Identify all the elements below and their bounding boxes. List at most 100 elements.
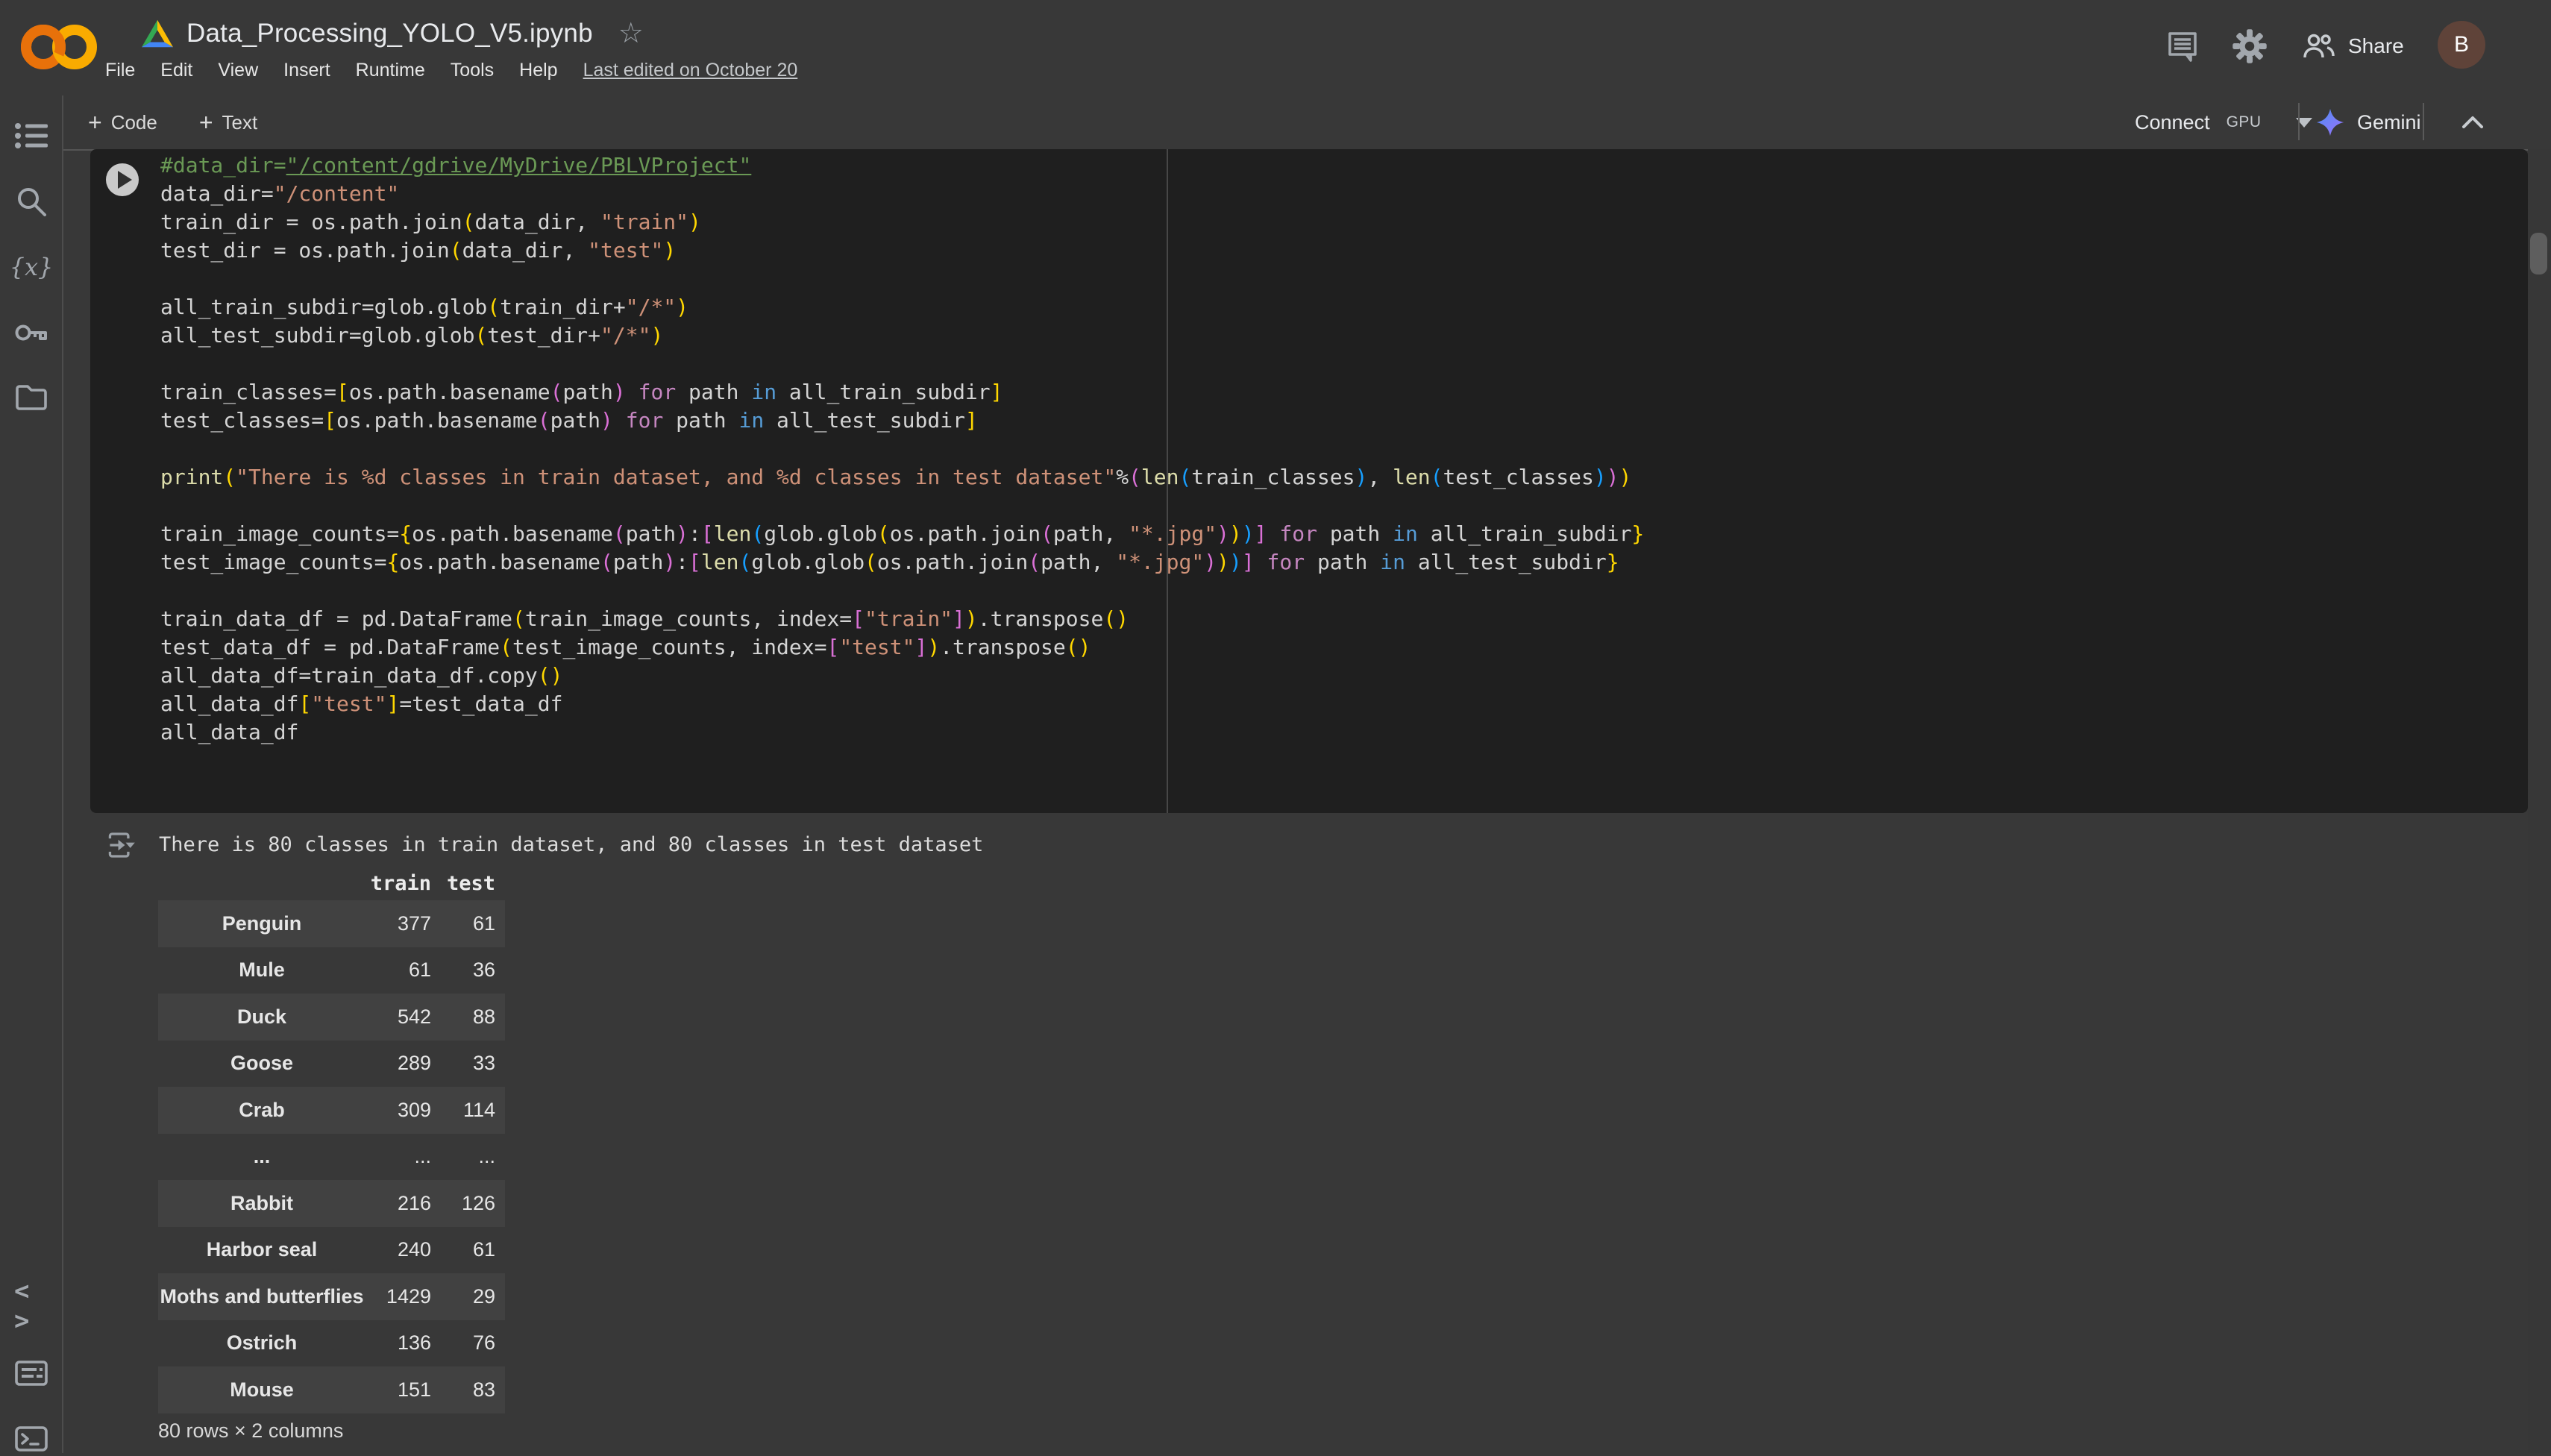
stdout-text: There is 80 classes in train dataset, an…	[159, 831, 983, 859]
gemini-button[interactable]: Gemini	[2315, 95, 2421, 149]
row-index-label: Duck	[158, 1005, 365, 1029]
chevron-up-icon	[2461, 116, 2484, 129]
scrollbar-gutter	[2528, 149, 2551, 1453]
terminal-icon[interactable]	[14, 1422, 48, 1456]
code-line[interactable]: all_data_df=train_data_df.copy()	[160, 662, 1644, 690]
files-folder-icon[interactable]	[14, 380, 48, 414]
table-row: .........	[158, 1134, 505, 1181]
plus-icon: +	[199, 110, 213, 134]
row-index-label: Mule	[158, 958, 365, 982]
test-value: 126	[431, 1192, 495, 1215]
avatar-initial: B	[2454, 32, 2469, 57]
code-line[interactable]: all_data_df["test"]=test_data_df	[160, 690, 1644, 718]
people-icon	[2302, 31, 2336, 61]
code-line[interactable]	[160, 577, 1644, 605]
toolbar-divider	[2423, 103, 2424, 140]
code-line[interactable]: test_classes=[os.path.basename(path) for…	[160, 407, 1644, 435]
table-row: Harbor seal24061	[158, 1227, 505, 1274]
code-line[interactable]: test_image_counts={os.path.basename(path…	[160, 548, 1644, 577]
menu-tools[interactable]: Tools	[451, 60, 494, 81]
code-line[interactable]: all_data_df	[160, 718, 1644, 747]
code-line[interactable]: test_data_df = pd.DataFrame(test_image_c…	[160, 633, 1644, 662]
code-line[interactable]: print("There is %d classes in train data…	[160, 463, 1644, 492]
add-text-label: Text	[222, 111, 258, 134]
share-button[interactable]: Share	[2302, 25, 2404, 67]
run-cell-button[interactable]	[106, 163, 139, 196]
gemini-label: Gemini	[2357, 111, 2421, 134]
test-value: 61	[431, 912, 495, 935]
row-index-label: Rabbit	[158, 1192, 365, 1215]
code-line[interactable]: train_classes=[os.path.basename(path) fo…	[160, 378, 1644, 407]
collapse-toolbar-button[interactable]	[2447, 95, 2499, 149]
column-header-train: train	[365, 872, 431, 895]
menu-runtime[interactable]: Runtime	[356, 60, 425, 81]
plus-icon: +	[88, 110, 102, 134]
drive-icon	[140, 18, 175, 49]
test-value: 114	[431, 1099, 495, 1122]
code-line[interactable]	[160, 265, 1644, 293]
menu-file[interactable]: File	[105, 60, 135, 81]
code-line[interactable]	[160, 350, 1644, 378]
add-text-button[interactable]: + Text	[199, 110, 257, 134]
gpu-badge: GPU	[2227, 113, 2262, 131]
secrets-key-icon[interactable]	[14, 316, 48, 350]
table-row: Ostrich13676	[158, 1320, 505, 1367]
notebook-title[interactable]: Data_Processing_YOLO_V5.ipynb	[186, 19, 593, 48]
toolbar-divider	[2298, 103, 2300, 140]
app-header: Data_Processing_YOLO_V5.ipynb ☆ File Edit…	[0, 0, 2551, 95]
train-value: ...	[365, 1145, 431, 1168]
row-index-label: Moths and butterflies	[158, 1285, 365, 1308]
row-index-label: Penguin	[158, 912, 365, 935]
menu-help[interactable]: Help	[519, 60, 557, 81]
code-snippets-icon[interactable]: < >	[14, 1289, 48, 1323]
code-line[interactable]: train_data_df = pd.DataFrame(train_image…	[160, 605, 1644, 633]
code-line[interactable]: train_image_counts={os.path.basename(pat…	[160, 520, 1644, 548]
menu-edit[interactable]: Edit	[160, 60, 192, 81]
code-line[interactable]: all_test_subdir=glob.glob(test_dir+"/*")	[160, 321, 1644, 350]
dataframe-header-row: train test	[158, 866, 505, 900]
command-palette-icon[interactable]	[14, 1356, 48, 1390]
code-line[interactable]: train_dir = os.path.join(data_dir, "trai…	[160, 208, 1644, 236]
code-line[interactable]	[160, 492, 1644, 520]
code-line[interactable]: data_dir="/content"	[160, 180, 1644, 208]
connect-button[interactable]: Connect GPU	[2135, 95, 2312, 149]
code-line[interactable]: test_dir = os.path.join(data_dir, "test"…	[160, 236, 1644, 265]
menu-view[interactable]: View	[218, 60, 258, 81]
table-row: Mule6136	[158, 947, 505, 994]
variables-icon[interactable]: {x}	[14, 250, 48, 284]
table-of-contents-icon[interactable]	[14, 119, 48, 153]
scrollbar-thumb[interactable]	[2530, 233, 2547, 274]
code-cell[interactable]: #data_dir="/content/gdrive/MyDrive/PBLVP…	[90, 149, 2528, 813]
left-sidebar: {x} < >	[0, 95, 63, 1453]
code-line[interactable]	[160, 435, 1644, 463]
menu-insert[interactable]: Insert	[283, 60, 330, 81]
star-icon[interactable]: ☆	[618, 19, 644, 48]
train-value: 309	[365, 1099, 431, 1122]
search-icon[interactable]	[14, 184, 48, 219]
train-value: 151	[365, 1378, 431, 1402]
comments-button[interactable]	[2162, 25, 2203, 67]
notebook-toolbar: + Code + Text Connect GPU Gemini	[63, 95, 2551, 151]
play-icon	[118, 171, 132, 189]
table-row: Moths and butterflies142929	[158, 1273, 505, 1320]
table-row: Rabbit216126	[158, 1180, 505, 1227]
code-editor[interactable]: #data_dir="/content/gdrive/MyDrive/PBLVP…	[160, 151, 1644, 747]
notebook-title-row: Data_Processing_YOLO_V5.ipynb ☆	[140, 12, 644, 55]
row-index-label: Ostrich	[158, 1331, 365, 1355]
avatar[interactable]: B	[2438, 21, 2485, 69]
code-line[interactable]: #data_dir="/content/gdrive/MyDrive/PBLVP…	[160, 151, 1644, 180]
table-row: Crab309114	[158, 1087, 505, 1134]
train-value: 1429	[365, 1285, 431, 1308]
add-code-button[interactable]: + Code	[88, 110, 157, 134]
train-value: 289	[365, 1052, 431, 1075]
test-value: 29	[431, 1285, 495, 1308]
colab-logo[interactable]	[21, 16, 98, 78]
test-value: 76	[431, 1331, 495, 1355]
last-edited-link[interactable]: Last edited on October 20	[583, 60, 798, 81]
share-label: Share	[2348, 34, 2404, 58]
column-header-test: test	[431, 872, 495, 895]
connect-label: Connect	[2135, 111, 2210, 134]
output-icon[interactable]	[107, 830, 137, 860]
settings-button[interactable]	[2229, 25, 2271, 67]
code-line[interactable]: all_train_subdir=glob.glob(train_dir+"/*…	[160, 293, 1644, 321]
